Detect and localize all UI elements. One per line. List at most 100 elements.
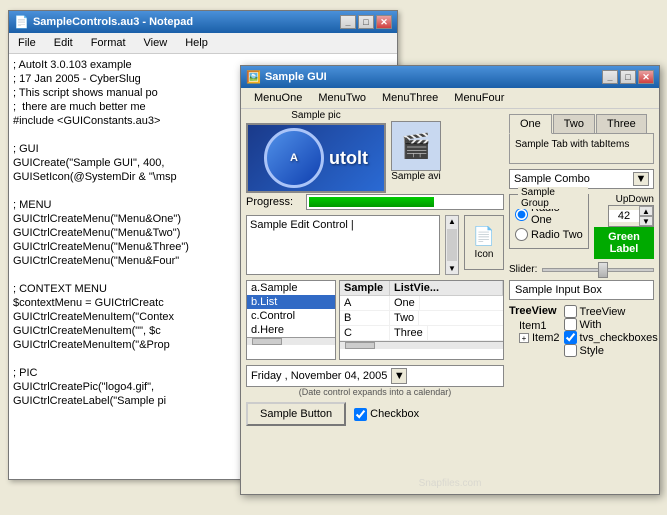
- logo-letter: A: [290, 152, 298, 164]
- combo-dropdown-button[interactable]: ▼: [633, 172, 649, 186]
- edit-control[interactable]: Sample Edit Control |: [246, 215, 440, 275]
- tree-cb-style-input[interactable]: [564, 344, 577, 357]
- progress-bar-outer: [306, 194, 504, 210]
- tree-cb-tvs: tvs_checkboxes: [564, 331, 658, 344]
- tree-cb-with-input[interactable]: [564, 318, 577, 331]
- lv-col-listview: ListVie...: [390, 281, 503, 295]
- gui-win-controls: _ □ ✕: [602, 70, 654, 84]
- notepad-menu-format[interactable]: Format: [87, 35, 130, 51]
- list-box[interactable]: a.Sample b.List c.Control d.Here: [246, 280, 336, 360]
- group-box: Sample Group Radio One Radio Two: [509, 194, 589, 249]
- gui-window-icon: 🖼️: [246, 70, 261, 84]
- tab-section: One Two Three Sample Tab with tabItems: [509, 114, 654, 164]
- tree-cb-treeview-input[interactable]: [564, 305, 577, 318]
- gui-top-row: Sample pic A utolt 🎬 Sample avi: [246, 114, 504, 189]
- list-item[interactable]: c.Control: [247, 309, 335, 323]
- list-item[interactable]: a.Sample: [247, 281, 335, 295]
- sample-avi-label: Sample avi: [391, 171, 440, 182]
- date-picker[interactable]: Friday , November 04, 2005 ▼: [246, 365, 504, 387]
- gui-close-button[interactable]: ✕: [638, 70, 654, 84]
- tree-cb-treeview: TreeView: [564, 305, 658, 318]
- tree-cb-style: Style: [564, 344, 658, 357]
- edit-text: Sample Edit Control: [250, 219, 348, 231]
- tree-item-2: + Item2: [509, 332, 560, 344]
- gui-menu-three[interactable]: MenuThree: [374, 90, 446, 106]
- tree-item-1: Item1: [509, 320, 560, 332]
- notepad-menu-edit[interactable]: Edit: [50, 35, 77, 51]
- notepad-menu-help[interactable]: Help: [181, 35, 212, 51]
- notepad-menu-file[interactable]: File: [14, 35, 40, 51]
- date-expand-note: (Date control expands into a calendar): [246, 387, 504, 397]
- slider-thumb[interactable]: [598, 262, 608, 278]
- gui-menu-four[interactable]: MenuFour: [446, 90, 512, 106]
- date-dropdown-button[interactable]: ▼: [391, 368, 407, 384]
- notepad-close-button[interactable]: ✕: [376, 15, 392, 29]
- updown-input[interactable]: [609, 210, 639, 222]
- group-label: Sample Group: [518, 187, 588, 209]
- cursor-icon: |: [351, 219, 354, 231]
- tree-cb-style-label: Style: [580, 345, 604, 357]
- tab-three[interactable]: Three: [596, 114, 647, 133]
- list-item-selected[interactable]: b.List: [247, 295, 335, 309]
- avi-icon: 🎬: [401, 132, 431, 161]
- combo-box[interactable]: Sample Combo ▼: [509, 169, 654, 189]
- gui-minimize-button[interactable]: _: [602, 70, 618, 84]
- tree-cb-tvs-input[interactable]: [564, 331, 577, 344]
- updown-section: UpDown ▲ ▼ GreenLabel: [594, 194, 654, 259]
- treeview-header: TreeView: [509, 305, 560, 317]
- edit-scrollbar[interactable]: ▲ ▼: [445, 215, 459, 275]
- date-section: Friday , November 04, 2005 ▼ (Date contr…: [246, 365, 504, 397]
- notepad-title: SampleControls.au3 - Notepad: [33, 16, 193, 28]
- date-value: Friday , November 04, 2005: [251, 370, 387, 382]
- avi-box: 🎬: [391, 121, 441, 171]
- treeview-section: TreeView Item1 + Item2 TreeView: [509, 305, 654, 357]
- list-scrollbar[interactable]: [247, 337, 335, 345]
- notepad-menu-view[interactable]: View: [140, 35, 172, 51]
- green-label: GreenLabel: [594, 227, 654, 259]
- list-row: a.Sample b.List c.Control d.Here Sample …: [246, 280, 504, 360]
- radio-two-input[interactable]: [515, 228, 528, 241]
- lv-cell: C: [340, 326, 390, 340]
- tree-cb-tvs-label: tvs_checkboxes: [580, 332, 658, 344]
- tree-cb-with: With: [564, 318, 658, 331]
- tree-left: TreeView Item1 + Item2: [509, 305, 560, 344]
- tree-right: TreeView With tvs_checkboxes Style: [564, 305, 658, 357]
- updown-up-button[interactable]: ▲: [639, 206, 653, 216]
- notepad-menubar: File Edit Format View Help: [9, 33, 397, 54]
- gui-menu-one[interactable]: MenuOne: [246, 90, 310, 106]
- tree-expand-button[interactable]: +: [519, 333, 529, 343]
- list-item[interactable]: d.Here: [247, 323, 335, 337]
- tab-two[interactable]: Two: [553, 114, 595, 133]
- combo-label: Sample Combo: [514, 173, 633, 185]
- input-box[interactable]: Sample Input Box: [509, 280, 654, 300]
- lv-cell: One: [390, 296, 420, 310]
- gui-maximize-button[interactable]: □: [620, 70, 636, 84]
- radio-one-input[interactable]: [515, 208, 528, 221]
- listview-scrollbar[interactable]: [340, 341, 503, 349]
- updown-buttons: ▲ ▼: [639, 206, 653, 226]
- listview-header: Sample ListVie...: [340, 281, 503, 296]
- gui-menu-two[interactable]: MenuTwo: [310, 90, 374, 106]
- updown-control: ▲ ▼: [608, 205, 654, 227]
- sample-pic-label: Sample pic: [291, 110, 340, 121]
- tab-bar: One Two Three: [509, 114, 654, 134]
- edit-row: Sample Edit Control | ▲ ▼ 📄 Icon: [246, 215, 504, 275]
- lv-cell: Two: [390, 311, 419, 325]
- gui-left-panel: Sample pic A utolt 🎬 Sample avi: [246, 114, 504, 488]
- checkbox-row: Checkbox: [354, 408, 419, 421]
- notepad-maximize-button[interactable]: □: [358, 15, 374, 29]
- progress-label: Progress:: [246, 196, 301, 208]
- checkbox-input[interactable]: [354, 408, 367, 421]
- right-group-row: Sample Group Radio One Radio Two UpDown: [509, 194, 654, 259]
- slider-track[interactable]: [542, 268, 654, 272]
- lv-cell: B: [340, 311, 390, 325]
- sample-button[interactable]: Sample Button: [246, 402, 346, 426]
- slider-row: Slider:: [509, 264, 654, 275]
- listview-box[interactable]: Sample ListVie... A One B Two C Three: [339, 280, 504, 360]
- tab-one[interactable]: One: [509, 114, 552, 134]
- radio-two-row: Radio Two: [515, 228, 583, 241]
- notepad-minimize-button[interactable]: _: [340, 15, 356, 29]
- progress-bar-inner: [309, 197, 434, 207]
- icon-label: Icon: [475, 249, 494, 260]
- updown-down-button[interactable]: ▼: [639, 216, 653, 226]
